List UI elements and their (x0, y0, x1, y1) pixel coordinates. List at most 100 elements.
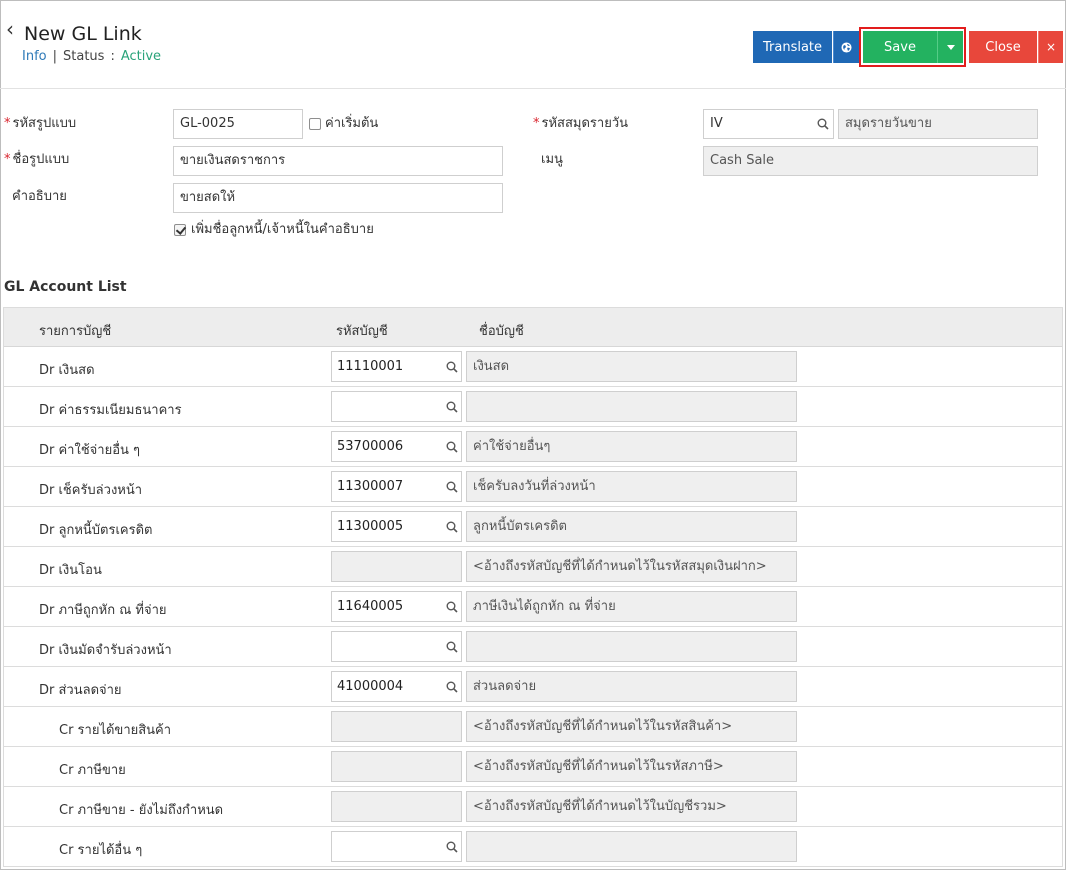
account-item-label: Cr ภาษีขาย - ยังไม่ถึงกำหนด (59, 803, 224, 818)
account-item-label: Dr ภาษีถูกหัก ณ ที่จ่าย (39, 603, 167, 618)
col-name-header: ชื่อบัญชี (479, 324, 524, 339)
account-code-input[interactable]: 41000004 (331, 671, 462, 702)
account-code-input (331, 551, 462, 582)
account-name-field: <อ้างถึงรหัสบัญชีที่ได้กำหนดไว้ในรหัสสมุ… (466, 551, 797, 582)
required-mark: * (533, 116, 540, 131)
table-row: Cr รายได้อื่น ๆ (4, 827, 1062, 867)
account-name-field: ส่วนลดจ่าย (466, 671, 797, 702)
account-code-input[interactable]: 11640005 (331, 591, 462, 622)
account-code-input[interactable]: 11110001 (331, 351, 462, 382)
desc-label: คำอธิบาย (12, 189, 67, 204)
account-item-label: Dr เช็ครับล่วงหน้า (39, 483, 143, 498)
account-item-label: Cr รายได้อื่น ๆ (59, 843, 143, 858)
search-icon[interactable] (446, 521, 458, 533)
add-name-checkbox[interactable] (174, 224, 186, 236)
page-title: New GL Link (24, 23, 142, 45)
account-name-field (466, 831, 797, 862)
account-item-label: Cr รายได้ขายสินค้า (59, 723, 172, 738)
account-code-input[interactable]: 11300005 (331, 511, 462, 542)
account-name-field: <อ้างถึงรหัสบัญชีที่ได้กำหนดไว้ในรหัสสิน… (466, 711, 797, 742)
account-code-input (331, 751, 462, 782)
status-label: Status (63, 49, 105, 64)
account-item-label: Dr เงินสด (39, 363, 95, 378)
journal-label-text: รหัสสมุดรายวัน (541, 116, 629, 131)
add-name-label: เพิ่มชื่อลูกหนี้/เจ้าหนี้ในคำอธิบาย (191, 222, 374, 237)
account-item-label: Dr ค่าธรรมเนียมธนาคาร (39, 403, 182, 418)
code-label: * รหัสรูปแบบ (4, 116, 76, 132)
code-label-text: รหัสรูปแบบ (12, 116, 77, 131)
account-code-input[interactable] (331, 831, 462, 862)
journal-name-field: สมุดรายวันขาย (838, 109, 1038, 139)
search-icon[interactable] (817, 118, 829, 130)
account-code-input[interactable] (331, 391, 462, 422)
col-code-header: รหัสบัญชี (336, 324, 388, 339)
name-label: * ชื่อรูปแบบ (4, 152, 69, 168)
save-button[interactable]: Save (863, 31, 937, 63)
status-line: Info | Status: Active (22, 49, 161, 65)
menu-field: Cash Sale (703, 146, 1038, 176)
account-item-label: Dr เงินมัดจำรับล่วงหน้า (39, 643, 172, 658)
account-code-input[interactable]: 53700006 (331, 431, 462, 462)
table-row: Dr เงินโอน <อ้างถึงรหัสบัญชีที่ได้กำหนดไว… (4, 547, 1062, 587)
required-mark: * (4, 152, 11, 167)
table-row: Dr ภาษีถูกหัก ณ ที่จ่าย 11640005 ภาษีเงินไ… (4, 587, 1062, 627)
translate-button[interactable]: Translate (753, 31, 832, 63)
search-icon[interactable] (446, 481, 458, 493)
account-name-field: <อ้างถึงรหัสบัญชีที่ได้กำหนดไว้ในรหัสภาษ… (466, 751, 797, 782)
back-icon[interactable]: ‹ (6, 19, 15, 39)
table-row: Cr รายได้ขายสินค้า <อ้างถึงรหัสบัญชีที่ได… (4, 707, 1062, 747)
default-label: ค่าเริ่มต้น (325, 116, 379, 131)
journal-label: * รหัสสมุดรายวัน (533, 116, 628, 132)
table-row: Dr เช็ครับล่วงหน้า 11300007 เช็ครับลงวันที… (4, 467, 1062, 507)
header-divider (0, 88, 1066, 89)
account-item-label: Dr ลูกหนี้บัตรเครดิต (39, 523, 153, 538)
account-item-label: Dr เงินโอน (39, 563, 102, 578)
account-item-label: Cr ภาษีขาย (59, 763, 126, 778)
search-icon[interactable] (446, 601, 458, 613)
account-code-input[interactable] (331, 631, 462, 662)
required-mark: * (4, 116, 11, 131)
menu-label: เมนู (541, 152, 563, 167)
account-code-input (331, 791, 462, 822)
search-icon[interactable] (446, 401, 458, 413)
close-button[interactable]: Close (969, 31, 1037, 63)
account-name-field: <อ้างถึงรหัสบัญชีที่ได้กำหนดไว้ในบัญชีรว… (466, 791, 797, 822)
globe-icon (841, 41, 852, 53)
status-badge: Active (120, 49, 162, 64)
journal-input[interactable]: IV (703, 109, 834, 139)
table-row: Dr ส่วนลดจ่าย 41000004 ส่วนลดจ่าย (4, 667, 1062, 707)
search-icon[interactable] (446, 641, 458, 653)
account-code-input[interactable]: 11300007 (331, 471, 462, 502)
table-row: Dr ลูกหนี้บัตรเครดิต 11300005 ลูกหนี้บัตรเ… (4, 507, 1062, 547)
table-row: Dr ค่าธรรมเนียมธนาคาร (4, 387, 1062, 427)
gl-account-table: รายการบัญชี รหัสบัญชี ชื่อบัญชี Dr เงินส… (3, 307, 1063, 867)
separator: | (52, 49, 57, 64)
account-name-field: ภาษีเงินได้ถูกหัก ณ ที่จ่าย (466, 591, 797, 622)
globe-button[interactable] (833, 31, 859, 63)
table-row: Dr เงินสด 11110001 เงินสด (4, 347, 1062, 387)
search-icon[interactable] (446, 361, 458, 373)
account-item-label: Dr ส่วนลดจ่าย (39, 683, 122, 698)
table-row: Cr ภาษีขาย <อ้างถึงรหัสบัญชีที่ได้กำหนดไว… (4, 747, 1062, 787)
name-label-text: ชื่อรูปแบบ (12, 152, 70, 167)
close-x-button[interactable]: × (1038, 31, 1063, 63)
status-colon: : (110, 49, 115, 64)
section-title: GL Account List (4, 279, 127, 295)
code-input[interactable]: GL-0025 (173, 109, 303, 139)
account-code-input (331, 711, 462, 742)
account-name-field: เช็ครับลงวันที่ล่วงหน้า (466, 471, 797, 502)
default-checkbox[interactable] (309, 118, 321, 130)
account-name-field (466, 391, 797, 422)
search-icon[interactable] (446, 441, 458, 453)
info-link[interactable]: Info (22, 49, 47, 64)
account-name-field: เงินสด (466, 351, 797, 382)
search-icon[interactable] (446, 841, 458, 853)
search-icon[interactable] (446, 681, 458, 693)
save-dropdown-button[interactable] (937, 31, 963, 63)
account-name-field (466, 631, 797, 662)
table-row: Dr เงินมัดจำรับล่วงหน้า (4, 627, 1062, 667)
desc-input[interactable]: ขายสดให้ (173, 183, 503, 213)
caret-down-icon (946, 44, 955, 50)
name-input[interactable]: ขายเงินสดราชการ (173, 146, 503, 176)
col-item-header: รายการบัญชี (39, 324, 112, 339)
